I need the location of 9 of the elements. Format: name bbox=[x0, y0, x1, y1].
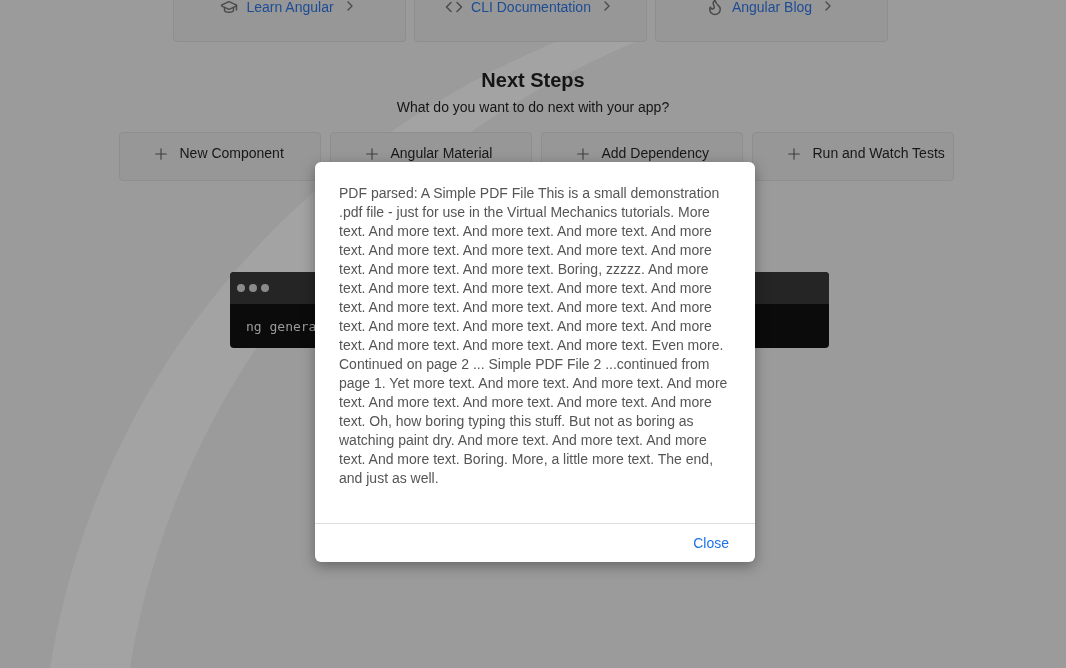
next-step-button[interactable]: Run and Watch Tests bbox=[751, 132, 954, 181]
close-button[interactable]: Close bbox=[693, 535, 729, 551]
window-dots-icon bbox=[236, 283, 270, 293]
section-title: Next Steps bbox=[481, 68, 585, 92]
terminal-command: ng genera bbox=[246, 318, 317, 334]
graduation-cap-icon bbox=[220, 0, 239, 16]
section-subtitle: What do you want to do next with your app? bbox=[396, 98, 670, 116]
next-step-button[interactable]: New Component bbox=[118, 132, 321, 181]
dialog-message: PDF parsed: A Simple PDF File This is a small demonstration .pdf file - just for use in the Virtual Mechanics tutorials. More text. And more text. And more text. And more text. And more text. And more text. And more text. And more text. And more text. And more text. And more text. Boring, zzzzz. And more text. And more text. And more text. And more text. And more text. And more text. And more text. And more text. And more text. And more text. And more text. And more text. And more text. And more text. And more text. And more text. Even more. Continued on page 2 ... Simple PDF File 2 ...continued from page 1. Yet more text. And more text. And more text. And more text. And more text. And more text. And more text. And more text. Oh, how boring typing this stuff. But not as boring as watching paint dry. And more text. And more text. And more text. And more text. Boring. More, a little more text. The end, and just as well. bbox=[338, 184, 729, 488]
